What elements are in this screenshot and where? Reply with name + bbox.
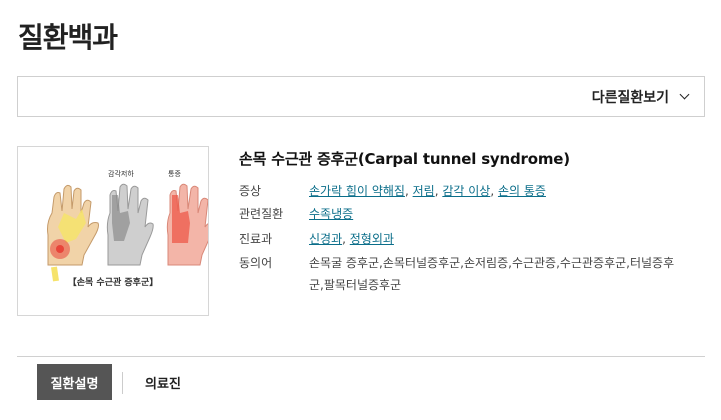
thumbnail-caption: 【손목 수근관 증후군】 (67, 278, 159, 288)
symptoms-label: 증상 (239, 184, 262, 198)
info-row-related: 관련질환 수족냉증 (239, 203, 709, 225)
other-disease-button[interactable]: 다른질환보기 (591, 77, 690, 116)
symptom-link[interactable]: 저림 (413, 184, 435, 198)
departments-values: 신경과, 정형외과 (309, 232, 394, 246)
related-label: 관련질환 (239, 207, 284, 221)
synonyms-values: 손목굴 증후군,손목터널증후군,손저림증,수근관증,수근관증후군,터널증후 군,… (309, 252, 709, 296)
other-disease-bar: 다른질환보기 (17, 76, 705, 117)
related-values: 수족냉증 (309, 203, 709, 225)
tab-disease-description[interactable]: 질환설명 (37, 364, 112, 400)
departments-label: 진료과 (239, 232, 273, 246)
related-disease-link[interactable]: 수족냉증 (309, 207, 353, 221)
synonyms-line-2: 군,팔목터널증후군 (309, 278, 402, 292)
page-title: 질환백과 (18, 21, 118, 54)
symptom-link[interactable]: 손가락 힘이 약해짐 (309, 184, 405, 198)
symptoms-values: 손가락 힘이 약해짐, 저림, 감각 이상, 손의 통증 (309, 184, 546, 198)
chevron-down-icon (679, 89, 690, 100)
department-link[interactable]: 정형외과 (350, 232, 394, 246)
tab-medical-staff[interactable]: 의료진 (132, 364, 194, 400)
label-numbness: 감각저하 (108, 170, 134, 178)
disease-title: 손목 수근관 증후군(Carpal tunnel syndrome) (239, 150, 570, 168)
label-pain: 통증 (168, 170, 181, 178)
info-row-departments: 진료과 신경과, 정형외과 (239, 228, 709, 250)
hand-right (166, 183, 208, 266)
tab-separator (122, 372, 123, 394)
hand-left (47, 184, 99, 282)
section-divider (17, 356, 705, 357)
synonyms-line-1: 손목굴 증후군,손목터널증후군,손저림증,수근관증,수근관증후군,터널증후 (309, 256, 675, 270)
info-row-synonyms: 동의어 손목굴 증후군,손목터널증후군,손저림증,수근관증,수근관증후군,터널증… (239, 252, 709, 296)
synonyms-label: 동의어 (239, 256, 273, 270)
symptom-link[interactable]: 손의 통증 (498, 184, 546, 198)
info-row-symptoms: 증상 손가락 힘이 약해짐, 저림, 감각 이상, 손의 통증 (239, 180, 709, 202)
department-link[interactable]: 신경과 (309, 232, 342, 246)
symptom-link[interactable]: 감각 이상 (442, 184, 490, 198)
hand-middle (106, 183, 154, 266)
disease-thumbnail: 감각저하 통증 【손목 수근관 증후군】 (17, 146, 209, 316)
other-disease-label: 다른질환보기 (591, 89, 669, 106)
